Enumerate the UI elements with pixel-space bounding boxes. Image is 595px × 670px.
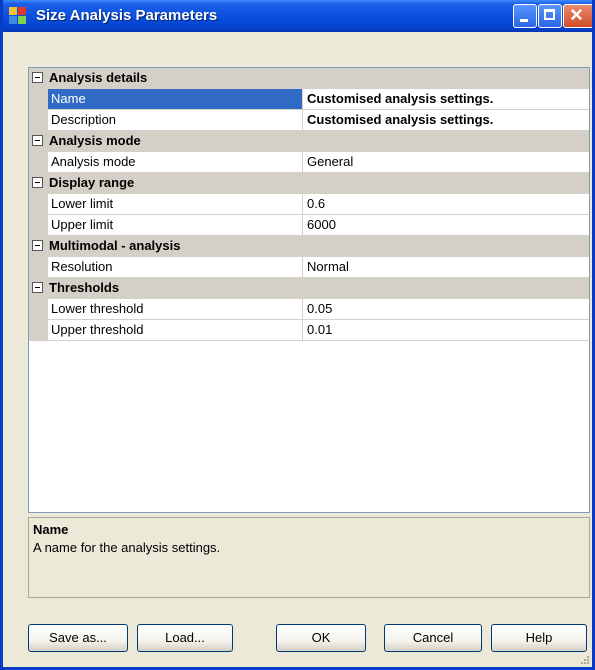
category-display-range[interactable]: Display range (29, 173, 589, 194)
save-as-button[interactable]: Save as... (28, 624, 128, 652)
description-pane: Name A name for the analysis settings. (28, 517, 590, 598)
property-row-description[interactable]: Description Customised analysis settings… (29, 110, 589, 131)
close-icon: × (570, 2, 583, 27)
property-grid[interactable]: Analysis details Name Customised analysi… (28, 67, 590, 513)
minimize-icon (520, 19, 528, 22)
property-value[interactable]: 0.6 (303, 194, 589, 214)
property-name[interactable]: Resolution (48, 257, 303, 277)
property-name[interactable]: Name (48, 89, 303, 109)
category-label: Display range (49, 175, 135, 190)
app-icon (9, 7, 27, 25)
property-value[interactable]: 0.05 (303, 299, 589, 319)
property-name[interactable]: Lower limit (48, 194, 303, 214)
property-row-resolution[interactable]: Resolution Normal (29, 257, 589, 278)
help-button[interactable]: Help (491, 624, 587, 652)
property-value[interactable]: Customised analysis settings. (303, 89, 589, 109)
dialog-window: Size Analysis Parameters × Analysis deta… (0, 0, 595, 670)
collapse-icon[interactable] (32, 72, 43, 83)
cancel-button[interactable]: Cancel (384, 624, 482, 652)
property-name[interactable]: Upper threshold (48, 320, 303, 340)
collapse-icon[interactable] (32, 177, 43, 188)
property-name[interactable]: Description (48, 110, 303, 130)
category-analysis-mode[interactable]: Analysis mode (29, 131, 589, 152)
ok-button[interactable]: OK (276, 624, 366, 652)
property-row-upper-threshold[interactable]: Upper threshold 0.01 (29, 320, 589, 341)
property-row-analysis-mode[interactable]: Analysis mode General (29, 152, 589, 173)
property-row-upper-limit[interactable]: Upper limit 6000 (29, 215, 589, 236)
description-text: A name for the analysis settings. (33, 540, 221, 555)
description-title: Name (33, 522, 69, 537)
property-value[interactable]: Customised analysis settings. (303, 110, 589, 130)
property-value[interactable]: General (303, 152, 589, 172)
resize-grip-icon[interactable] (578, 653, 590, 665)
maximize-button[interactable] (538, 4, 562, 28)
category-label: Multimodal - analysis (49, 238, 181, 253)
property-value[interactable]: 0.01 (303, 320, 589, 340)
property-value[interactable]: Normal (303, 257, 589, 277)
property-name[interactable]: Upper limit (48, 215, 303, 235)
property-row-lower-threshold[interactable]: Lower threshold 0.05 (29, 299, 589, 320)
property-row-name[interactable]: Name Customised analysis settings. (29, 89, 589, 110)
category-label: Analysis details (49, 70, 148, 85)
collapse-icon[interactable] (32, 282, 43, 293)
maximize-icon (544, 9, 555, 20)
minimize-button[interactable] (513, 4, 537, 28)
category-analysis-details[interactable]: Analysis details (29, 68, 589, 89)
property-name[interactable]: Analysis mode (48, 152, 303, 172)
category-thresholds[interactable]: Thresholds (29, 278, 589, 299)
category-label: Thresholds (49, 280, 120, 295)
collapse-icon[interactable] (32, 240, 43, 251)
property-name[interactable]: Lower threshold (48, 299, 303, 319)
window-title: Size Analysis Parameters (36, 7, 218, 24)
property-value[interactable]: 6000 (303, 215, 589, 235)
close-button[interactable]: × (563, 2, 592, 28)
property-row-lower-limit[interactable]: Lower limit 0.6 (29, 194, 589, 215)
load-button[interactable]: Load... (137, 624, 233, 652)
category-multimodal-analysis[interactable]: Multimodal - analysis (29, 236, 589, 257)
title-bar[interactable]: Size Analysis Parameters × (3, 0, 592, 32)
collapse-icon[interactable] (32, 135, 43, 146)
category-label: Analysis mode (49, 133, 141, 148)
